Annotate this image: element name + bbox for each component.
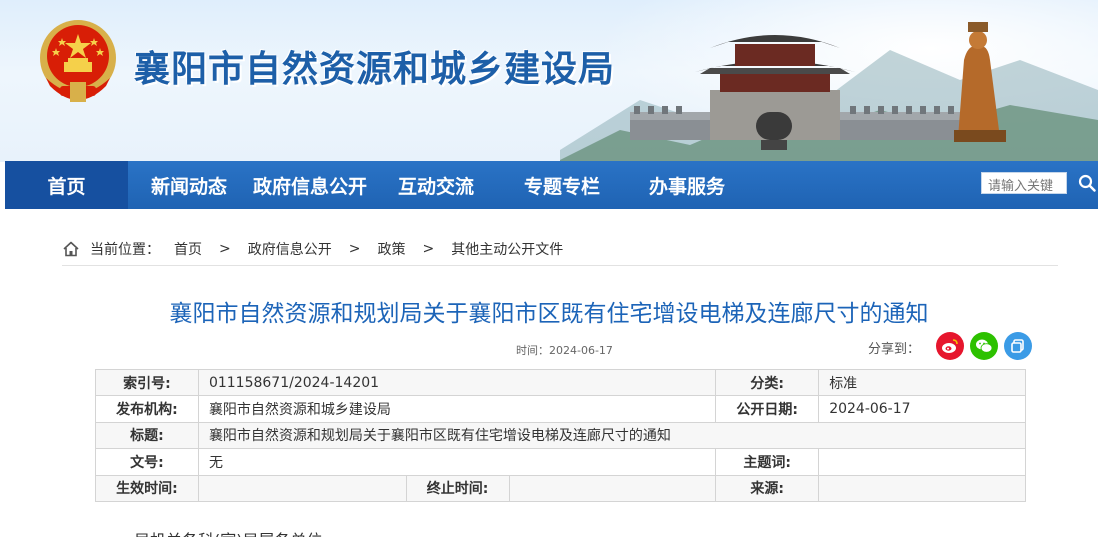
city-gate-scenery: [560, 22, 1098, 162]
expire-value: [508, 474, 717, 502]
table-row: 发布机构: 襄阳市自然资源和城乡建设局 公开日期: 2024-06-17: [95, 395, 1026, 423]
table-row: 文号: 无 主题词:: [95, 448, 1026, 476]
search-button[interactable]: [1073, 167, 1098, 199]
title-label: 标题:: [95, 421, 199, 450]
category-value: 标准: [818, 368, 1026, 397]
nav-item-interaction[interactable]: 互动交流: [370, 161, 502, 209]
article-title: 襄阳市自然资源和规划局关于襄阳市区既有住宅增设电梯及连廊尺寸的通知: [169, 301, 929, 327]
breadcrumb: 当前位置： 首页 > 政府信息公开 > 政策 > 其他主动公开文件: [62, 232, 1058, 266]
source-label: 来源:: [715, 474, 820, 502]
breadcrumb-prefix: 当前位置：: [90, 241, 160, 258]
document-info-table: 索引号: 011158671/2024-14201 分类: 标准 发布机构: 襄…: [95, 368, 1027, 502]
index-label: 索引号:: [95, 368, 199, 397]
site-banner: 襄阳市自然资源和城乡建设局: [0, 0, 1098, 162]
table-row: 生效时间: 终止时间: 来源:: [95, 474, 1026, 502]
national-emblem-icon: [40, 20, 116, 102]
main-nav: 首页 新闻动态 政府信息公开 互动交流 专题专栏 办事服务 请输入关键: [5, 161, 1098, 209]
site-title: 襄阳市自然资源和城乡建设局: [134, 49, 616, 90]
body-first-line: 局机关各科(室)局属各单位:: [134, 527, 328, 537]
expire-label: 终止时间:: [405, 474, 510, 502]
search-input[interactable]: 请输入关键: [981, 172, 1067, 194]
publisher-label: 发布机构:: [95, 395, 199, 423]
search-icon: [1078, 174, 1096, 192]
title-value: 襄阳市自然资源和规划局关于襄阳市区既有住宅增设电梯及连廊尺寸的通知: [197, 421, 1027, 450]
nav-item-home[interactable]: 首页: [5, 161, 128, 209]
publish-time: 时间：2024-06-17: [516, 344, 613, 357]
breadcrumb-separator: >: [422, 240, 435, 257]
share-weibo-button[interactable]: [936, 332, 964, 360]
nav-item-services[interactable]: 办事服务: [622, 161, 752, 209]
breadcrumb-separator: >: [219, 240, 231, 257]
pubdate-value: 2024-06-17: [818, 395, 1026, 423]
share-wechat-button[interactable]: [970, 332, 998, 360]
copy-share-icon: [1011, 339, 1024, 353]
table-row: 索引号: 011158671/2024-14201 分类: 标准: [95, 368, 1026, 397]
category-label: 分类:: [715, 368, 820, 397]
breadcrumb-item-other-docs[interactable]: 其他主动公开文件: [451, 239, 563, 259]
breadcrumb-item-policy[interactable]: 政策: [377, 239, 405, 259]
nav-item-topics[interactable]: 专题专栏: [502, 161, 622, 209]
pubdate-label: 公开日期:: [715, 395, 820, 423]
home-icon: [63, 241, 79, 256]
docno-value: 无: [197, 448, 717, 476]
weibo-icon: [942, 339, 958, 353]
subject-value: [818, 448, 1026, 476]
source-value: [818, 474, 1026, 502]
effective-value: [197, 474, 407, 502]
effective-label: 生效时间:: [95, 474, 199, 502]
breadcrumb-item-gov-info[interactable]: 政府信息公开: [248, 239, 332, 259]
docno-label: 文号:: [95, 448, 199, 476]
index-value: 011158671/2024-14201: [197, 368, 717, 397]
breadcrumb-item-home[interactable]: 首页: [174, 239, 202, 259]
share-qzone-button[interactable]: [1004, 332, 1032, 360]
wechat-icon: [976, 339, 993, 353]
table-row: 标题: 襄阳市自然资源和规划局关于襄阳市区既有住宅增设电梯及连廊尺寸的通知: [95, 421, 1027, 450]
share-label: 分享到：: [868, 342, 921, 357]
nav-item-news[interactable]: 新闻动态: [128, 161, 250, 209]
subject-label: 主题词:: [715, 448, 820, 476]
breadcrumb-separator: >: [348, 240, 361, 257]
publisher-value: 襄阳市自然资源和城乡建设局: [197, 395, 717, 423]
nav-item-gov-info[interactable]: 政府信息公开: [250, 161, 370, 209]
